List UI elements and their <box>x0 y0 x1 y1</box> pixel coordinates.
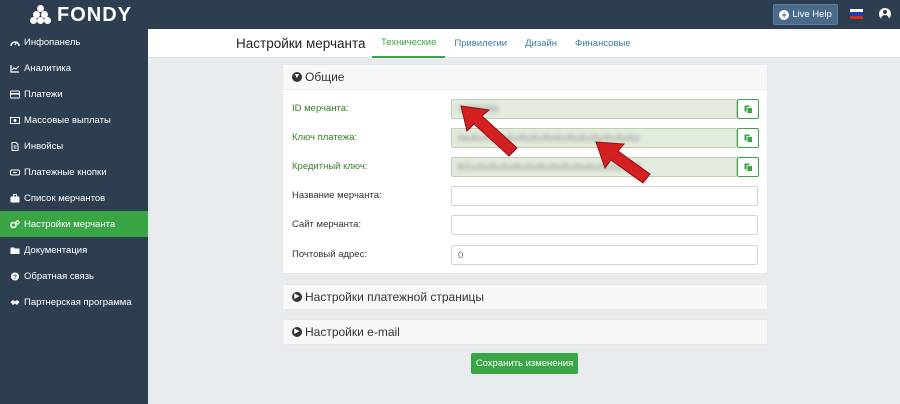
live-help-label: Live Help <box>792 9 832 20</box>
merchant-site-input[interactable] <box>451 215 758 235</box>
sidebar-item-label: Партнерская программа <box>24 296 132 308</box>
sidebar-item-label: Настройки мерчанта <box>24 218 116 230</box>
save-changes-button[interactable]: Сохранить изменения <box>471 353 578 374</box>
tab-privileges[interactable]: Привилегии <box>445 29 516 58</box>
merchant-site-row: Сайт мерчанта: <box>292 215 759 235</box>
sidebar-item-dashboard[interactable]: Инфопанель <box>0 29 148 55</box>
sidebar-item-mass-payouts[interactable]: Массовые выплаты <box>0 107 148 133</box>
postal-address-label: Почтовый адрес: <box>292 249 367 260</box>
sidebar-item-label: Документация <box>24 244 88 256</box>
question-icon: ? <box>10 272 20 281</box>
sidebar-item-merchant-list[interactable]: Список мерчантов <box>0 185 148 211</box>
email-settings-panel-title: Настройки e-mail <box>305 325 400 339</box>
general-panel-title: Общие <box>305 70 345 84</box>
russian-flag-icon[interactable] <box>850 9 863 19</box>
briefcase-icon <box>10 193 20 203</box>
email-settings-panel: ▶ Настройки e-mail <box>282 319 768 345</box>
credit-key-row: Кредитный ключ: KCxXxXxXxXxXxXxXxXxXxXxX… <box>292 157 759 177</box>
file-icon <box>10 141 20 151</box>
merchant-name-row: Название мерчанта: <box>292 186 759 206</box>
credit-key-label: Кредитный ключ: <box>292 161 368 172</box>
postal-address-row: Почтовый адрес: <box>292 245 759 265</box>
sidebar-item-invoices[interactable]: Инвойсы <box>0 133 148 159</box>
tab-design[interactable]: Дизайн <box>516 29 566 58</box>
payment-page-panel: ▶ Настройки платежной страницы <box>282 284 768 310</box>
general-panel-header[interactable]: ▼ Общие <box>283 65 767 90</box>
merchant-id-label: ID мерчанта: <box>292 103 349 114</box>
general-panel: ▼ Общие ID мерчанта: 1400000 Ключ платеж… <box>282 64 768 274</box>
logo-text: FONDY <box>57 3 132 26</box>
payment-key-label: Ключ платежа: <box>292 132 358 143</box>
chevron-down-icon: ▼ <box>292 72 302 82</box>
button-icon <box>10 168 20 177</box>
sidebar-item-merchant-settings[interactable]: Настройки мерчанта <box>0 211 148 237</box>
fondy-logo-icon <box>30 5 52 25</box>
tab-bar: Технические Привилегии Дизайн Финансовые <box>372 29 640 58</box>
sidebar-item-label: Список мерчантов <box>24 192 106 204</box>
copy-merchant-id-button[interactable] <box>737 99 759 119</box>
merchant-id-row: ID мерчанта: 1400000 <box>292 99 759 119</box>
sidebar-item-label: Платежи <box>24 88 63 100</box>
payment-key-row: Ключ платежа: HxXxXxXxXxXxXxXxXxXxXxXxXx… <box>292 128 759 148</box>
payment-page-panel-header[interactable]: ▶ Настройки платежной страницы <box>283 285 767 309</box>
credit-card-icon <box>10 90 20 99</box>
sidebar-item-analytics[interactable]: Аналитика <box>0 55 148 81</box>
postal-address-input[interactable] <box>451 245 758 265</box>
copy-payment-key-button[interactable] <box>737 128 759 148</box>
page-title: Настройки мерчанта <box>236 36 366 51</box>
copy-icon <box>744 105 753 114</box>
chart-line-icon <box>10 64 20 73</box>
chevron-right-icon: ▶ <box>292 327 302 337</box>
sidebar-item-partner-program[interactable]: Партнерская программа <box>0 289 148 315</box>
sidebar-item-label: Массовые выплаты <box>24 114 111 126</box>
top-bar: FONDY + Live Help <box>0 0 900 29</box>
money-icon <box>10 116 20 125</box>
folder-icon <box>10 246 20 255</box>
logo[interactable]: FONDY <box>30 4 132 26</box>
dashboard-icon <box>10 38 20 47</box>
tab-financial[interactable]: Финансовые <box>566 29 640 58</box>
sidebar-item-label: Инфопанель <box>24 36 81 48</box>
sidebar: Инфопанель Аналитика Платежи Массовые вы… <box>0 29 148 404</box>
sidebar-item-payments[interactable]: Платежи <box>0 81 148 107</box>
sidebar-item-label: Платежные кнопки <box>24 166 107 178</box>
email-settings-panel-header[interactable]: ▶ Настройки e-mail <box>283 320 767 344</box>
sidebar-item-payment-buttons[interactable]: Платежные кнопки <box>0 159 148 185</box>
sidebar-item-label: Обратная связь <box>24 270 94 282</box>
live-help-button[interactable]: + Live Help <box>773 4 838 25</box>
payment-page-panel-title: Настройки платежной страницы <box>305 290 485 304</box>
copy-credit-key-button[interactable] <box>737 157 759 177</box>
plus-circle-icon: + <box>779 9 790 20</box>
sidebar-item-label: Инвойсы <box>24 140 64 152</box>
copy-icon <box>744 134 753 143</box>
tab-technical[interactable]: Технические <box>372 29 446 58</box>
content-header: Настройки мерчанта Технические Привилеги… <box>148 29 900 58</box>
annotation-arrow-icon <box>595 141 651 184</box>
merchant-site-label: Сайт мерчанта: <box>292 219 362 230</box>
chevron-right-icon: ▶ <box>292 292 302 302</box>
handshake-icon <box>10 298 20 307</box>
sidebar-item-feedback[interactable]: ? Обратная связь <box>0 263 148 289</box>
sidebar-item-documentation[interactable]: Документация <box>0 237 148 263</box>
user-account-icon[interactable] <box>879 8 891 20</box>
svg-text:?: ? <box>13 274 17 281</box>
annotation-arrow-icon <box>460 105 518 157</box>
sidebar-item-label: Аналитика <box>24 62 72 74</box>
copy-icon <box>744 163 753 172</box>
merchant-name-label: Название мерчанта: <box>292 190 382 201</box>
gears-icon <box>10 219 20 229</box>
